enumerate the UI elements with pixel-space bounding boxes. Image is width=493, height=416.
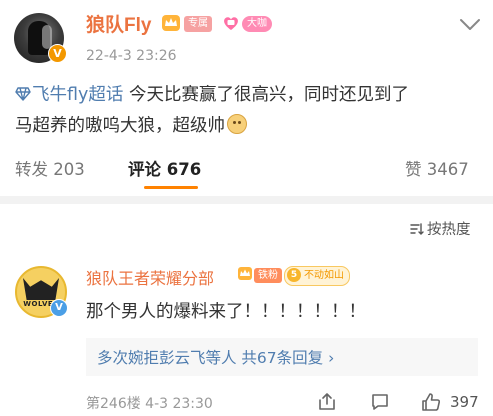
section-divider: [0, 196, 493, 204]
commenter-verified-badge: V: [50, 299, 68, 317]
smile-emoji-icon: [227, 114, 247, 134]
comment-count: 676: [166, 160, 202, 179]
active-tab-indicator: [144, 186, 198, 189]
repost-tab[interactable]: 转发 203: [15, 156, 85, 180]
comment-icon[interactable]: [370, 392, 390, 412]
reply-summary-link[interactable]: 多次婉拒彭云飞等人 共67条回复 ›: [97, 346, 334, 368]
crown-icon: [162, 15, 180, 31]
post-time: 22-4-3 23:26: [86, 48, 177, 64]
chevron-down-icon[interactable]: [459, 18, 481, 32]
repost-count: 203: [53, 160, 85, 179]
like-tab[interactable]: 赞 3467: [405, 156, 469, 180]
comment-like-count: 397: [450, 393, 479, 411]
sort-label: 按热度: [427, 222, 471, 238]
diamond-icon: [15, 87, 31, 101]
big-tag: 大咖: [242, 16, 272, 32]
topic-label: 飞牛fly超话: [32, 85, 124, 105]
commenter-name[interactable]: 狼队王者荣耀分部: [86, 265, 214, 289]
heart-badge-icon: [224, 17, 238, 30]
share-icon[interactable]: [317, 392, 337, 412]
post-text-line1: 今天比赛赢了很高兴，同时还见到了: [123, 85, 409, 105]
fan-level-title: 不动如山: [304, 270, 344, 281]
comment-floor-time: 第246楼 4-3 23:30: [86, 396, 213, 412]
author-name[interactable]: 狼队Fly: [86, 10, 151, 37]
fan-tag: 铁粉: [254, 268, 282, 283]
comment-label: 评论: [128, 160, 161, 179]
comment-text: 那个男人的爆料来了！！！！！！！: [86, 302, 366, 322]
fan-level-badge: 5 不动如山: [284, 266, 350, 286]
like-icon[interactable]: [421, 392, 441, 412]
topic-link[interactable]: 飞牛fly超话: [15, 85, 123, 105]
sort-button[interactable]: 按热度: [410, 218, 471, 239]
comment-tab[interactable]: 评论 676: [128, 156, 201, 180]
like-label: 赞: [405, 160, 422, 179]
exclusive-tag: 专属: [184, 16, 212, 32]
fan-level-number: 5: [287, 268, 301, 282]
crown-icon: [238, 267, 252, 280]
post-text-line2: 马超养的嗷呜大狼，超级帅: [15, 116, 225, 136]
repost-label: 转发: [15, 160, 48, 179]
verified-badge: V: [48, 44, 67, 63]
post-body: 飞牛fly超话 今天比赛赢了很高兴，同时还见到了 马超养的嗷呜大狼，超级帅: [15, 80, 485, 142]
like-count: 3467: [426, 160, 469, 179]
sort-icon: [410, 223, 424, 235]
